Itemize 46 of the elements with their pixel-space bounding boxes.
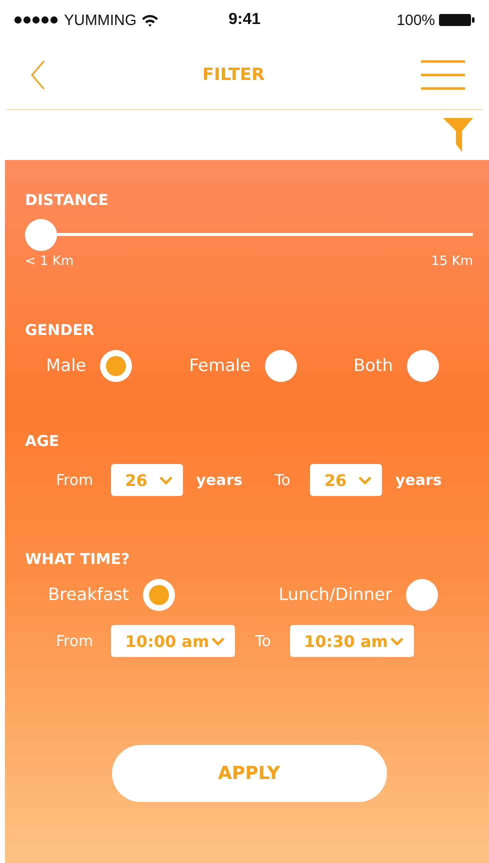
option-label: Female — [189, 356, 251, 376]
dropdown[interactable]: 26 — [111, 464, 184, 496]
option-label: Breakfast — [48, 585, 129, 605]
option-label: Male — [46, 356, 86, 376]
funnel-icon — [443, 118, 473, 152]
wifi-icon — [140, 14, 158, 26]
radio-button[interactable] — [406, 350, 439, 382]
range-label: To — [274, 471, 290, 489]
unit-label: years — [196, 471, 243, 489]
dropdown[interactable]: 10:30 am — [290, 625, 414, 657]
apply-button[interactable]: APPLY — [112, 745, 386, 802]
status-time: 9:41 — [227, 11, 262, 29]
back-icon — [30, 60, 46, 90]
battery-icon — [439, 13, 476, 27]
radio-button[interactable] — [406, 579, 438, 611]
back-button[interactable] — [30, 60, 46, 90]
option-label: Lunch/Dinner — [278, 585, 392, 605]
filter-button[interactable] — [443, 118, 473, 152]
range-label: From — [56, 632, 94, 650]
radio-button[interactable] — [100, 350, 132, 382]
section-heading: AGE — [25, 432, 60, 450]
unit-label: years — [395, 471, 442, 489]
battery-percent: 100% — [396, 12, 436, 28]
min-distance-label: < 1 Km — [25, 254, 74, 269]
dropdown[interactable]: 26 — [310, 464, 382, 496]
radio-button[interactable] — [264, 350, 297, 382]
slider-thumb[interactable] — [25, 219, 57, 251]
section-heading: WHAT TIME? — [25, 550, 130, 568]
option-label: Both — [353, 356, 393, 376]
distance-slider[interactable] — [25, 219, 473, 251]
section-heading: DISTANCE — [25, 191, 108, 209]
screen-title: FILTER — [202, 64, 265, 84]
chevron-down-icon — [211, 636, 226, 646]
section-heading: GENDER — [25, 321, 94, 339]
max-distance-label: 15 Km — [431, 254, 473, 269]
radio-button[interactable] — [142, 579, 175, 611]
range-label: To — [255, 632, 271, 650]
carrier-name: YUMMING — [64, 12, 136, 28]
chevron-down-icon — [358, 476, 372, 484]
dropdown[interactable]: 10:00 am — [111, 625, 236, 657]
menu-icon — [420, 60, 465, 90]
range-label: From — [56, 471, 94, 489]
menu-button[interactable] — [420, 60, 465, 90]
chevron-down-icon — [159, 476, 174, 484]
signal-icon — [14, 16, 60, 24]
chevron-down-icon — [390, 636, 404, 646]
